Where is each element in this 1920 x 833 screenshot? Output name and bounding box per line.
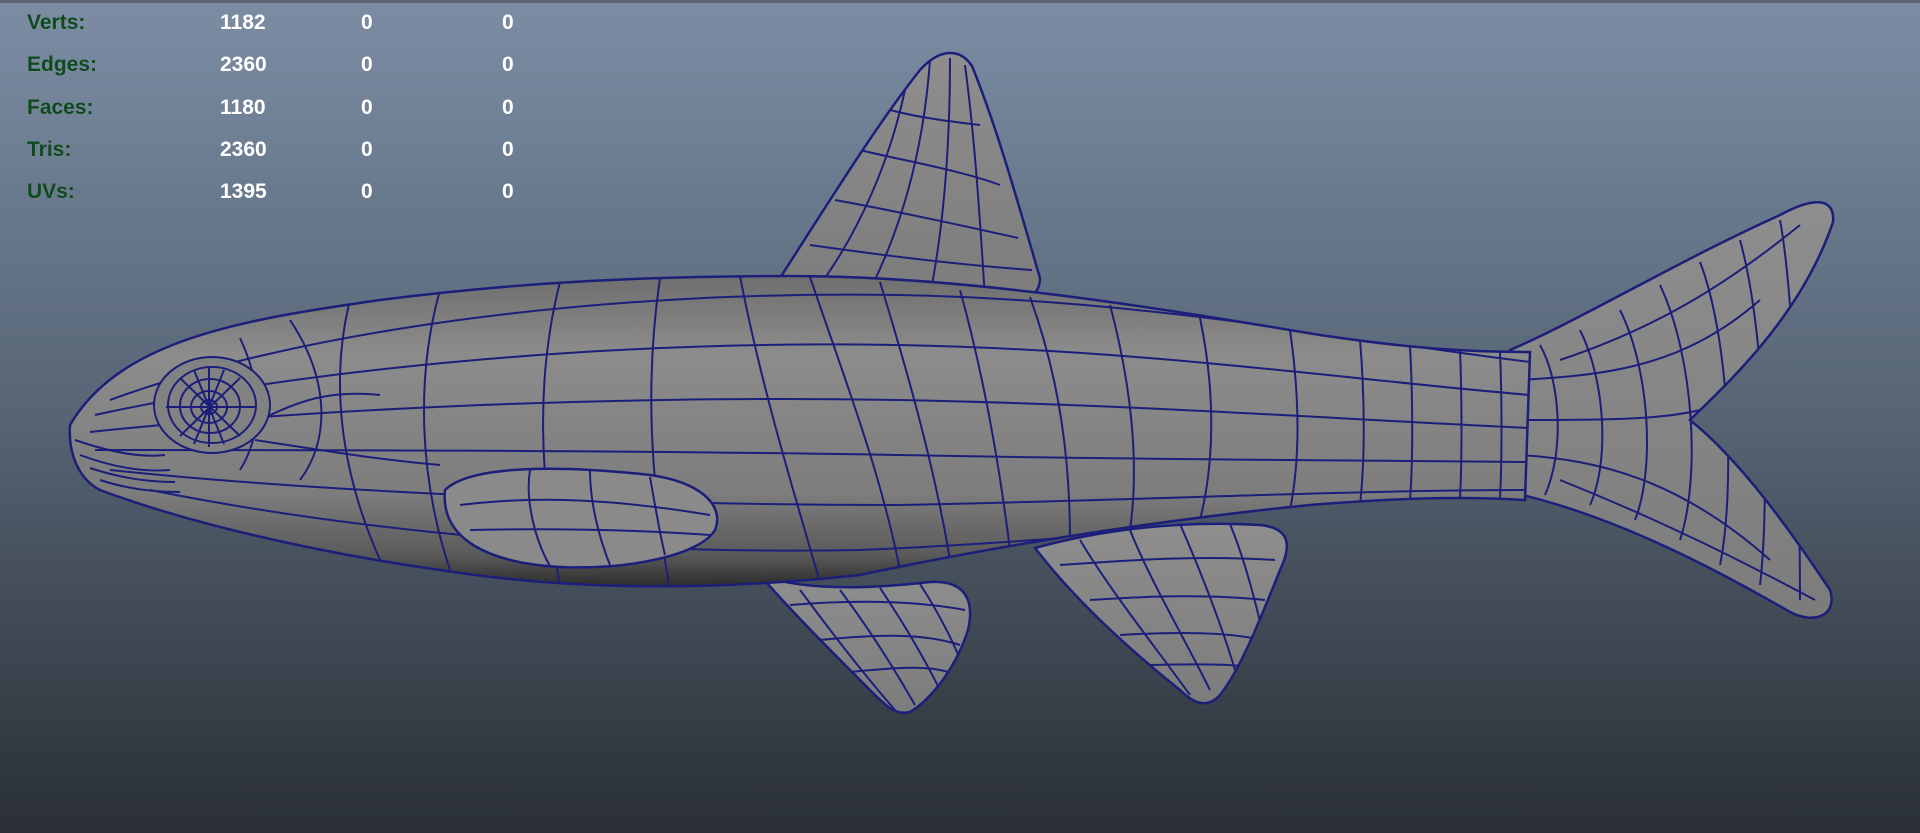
hud-label: Faces: [27, 95, 94, 119]
hud-value-object: 2360 [220, 138, 267, 162]
hud-label: Edges: [27, 53, 98, 77]
hud-row-verts: Verts: 1182 0 0 [27, 2, 622, 44]
hud-label: Tris: [27, 138, 72, 162]
dorsal-fin [777, 51, 1042, 303]
hud-value-object: 1395 [220, 180, 267, 204]
hud-value-selected: 0 [361, 95, 373, 119]
fish-eye [153, 356, 271, 454]
hud-value-selected: 0 [361, 180, 373, 204]
hud-value-selected: 0 [361, 11, 373, 35]
hud-row-faces: Faces: 1180 0 0 [27, 87, 622, 129]
hud-value-object: 1182 [220, 11, 266, 35]
fish-body [68, 274, 1532, 588]
hud-value-component: 0 [502, 11, 514, 35]
hud-value-selected: 0 [361, 138, 373, 162]
hud-value-component: 0 [502, 180, 514, 204]
hud-value-selected: 0 [361, 53, 373, 77]
pelvic-fin [759, 573, 972, 715]
hud-value-object: 1180 [220, 95, 266, 119]
poly-count-hud: Verts: 1182 0 0 Edges: 2360 0 0 Faces: 1… [27, 2, 622, 213]
hud-row-tris: Tris: 2360 0 0 [27, 129, 622, 171]
3d-viewport[interactable]: Verts: 1182 0 0 Edges: 2360 0 0 Faces: 1… [0, 0, 1920, 833]
hud-label: UVs: [27, 180, 75, 204]
caudal-fin [1498, 201, 1835, 619]
hud-value-object: 2360 [220, 53, 267, 77]
pectoral-fin [443, 467, 719, 569]
hud-label: Verts: [27, 11, 86, 35]
anal-fin [1032, 522, 1289, 705]
hud-row-edges: Edges: 2360 0 0 [27, 44, 622, 86]
hud-value-component: 0 [502, 95, 514, 119]
hud-value-component: 0 [502, 53, 514, 77]
hud-row-uvs: UVs: 1395 0 0 [27, 171, 622, 213]
hud-value-component: 0 [502, 138, 514, 162]
